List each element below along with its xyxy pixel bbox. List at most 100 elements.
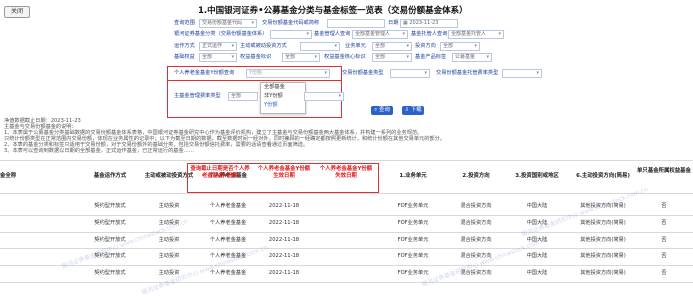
table-cell: 其他投资方向(简易)	[580, 236, 626, 243]
column-header: 个人养老金基金Y份额失效日期	[319, 166, 373, 179]
chevron-down-icon: ▾	[324, 70, 327, 76]
table-cell: FOF业务单元	[397, 253, 429, 260]
table-cell: 否	[661, 219, 667, 226]
chevron-down-icon: ▾	[231, 43, 234, 49]
table-cell: 2022-11-18	[268, 253, 300, 260]
row-divider	[0, 214, 693, 216]
row-divider	[0, 265, 693, 267]
table-cell: 契约型开放式	[94, 203, 126, 209]
column-header: 3.投资国别或地区	[515, 173, 559, 179]
table-cell: 2022-11-18	[268, 203, 300, 209]
table-cell: 2022-11-18	[268, 270, 300, 277]
main-mgmt-fee-extra[interactable]: ▾	[304, 92, 344, 101]
query-button[interactable]: ⌕ 查询	[371, 106, 393, 115]
chevron-down-icon: ▾	[338, 93, 341, 99]
share-type-dropdown[interactable]: 全部基金 非Y份额 Y份额	[260, 82, 306, 114]
chevron-down-icon: ▾	[406, 43, 409, 49]
download-button[interactable]: ⇩ 下载	[402, 106, 424, 115]
table-cell: 主动投资	[158, 253, 180, 260]
table-cell: 否	[661, 270, 667, 277]
chevron-down-icon: ▾	[498, 31, 501, 37]
column-header: 6.主动投资方向(简易)	[576, 173, 630, 179]
pension-cat-select[interactable]: ▾	[390, 69, 430, 78]
table-cell: 契约型开放式	[94, 219, 126, 226]
alt-scope-input[interactable]	[327, 19, 385, 28]
close-button[interactable]: 关闭	[4, 6, 30, 18]
table-cell: 个人养老金基金	[209, 219, 247, 226]
pension-sub-select[interactable]: ▾	[502, 69, 542, 78]
equity-core-tag-label: 权益基金核心标识	[324, 54, 366, 60]
table-cell: 契约型开放式	[94, 270, 126, 277]
custodian-query-select[interactable]: 全部基金托管人 ▾	[448, 30, 504, 39]
table-cell: FOF业务单元	[397, 236, 429, 243]
table-cell: 其他投资方向(简易)	[580, 270, 626, 277]
product-label-label: 基金产品标签	[415, 54, 447, 60]
galaxy-category-select[interactable]: ▾	[270, 30, 312, 39]
pension-cat-label: 交易份额基金类型	[342, 70, 384, 76]
column-header: 单只基金所属权益基金	[637, 168, 691, 174]
table-top-divider	[0, 160, 693, 161]
table-cell: 混合投资方向	[460, 219, 492, 226]
table-cell: 混合投资方向	[460, 203, 492, 209]
table-cell: 否	[661, 253, 667, 260]
table-cell: 其他投资方向(简易)	[580, 253, 626, 260]
column-header: 基金运作方式	[93, 173, 127, 179]
query-scope-label: 查询范围	[174, 20, 195, 26]
active-passive-select[interactable]: ▾	[300, 42, 340, 51]
chevron-down-icon: ▾	[536, 70, 539, 76]
equity-tag-select[interactable]: 全部 ▾	[282, 53, 320, 62]
chevron-down-icon: ▾	[474, 43, 477, 49]
chevron-down-icon: ▾	[251, 20, 254, 26]
column-header: 2.投资方向	[462, 173, 490, 179]
main-mgmt-fee-label: 主基金管理费率类型	[174, 93, 221, 99]
column-header: 金全称	[0, 173, 17, 179]
invest-direction-select[interactable]: 全部 ▾	[440, 42, 480, 51]
operation-mode-label: 运作方式	[174, 43, 195, 49]
dropdown-option[interactable]: 非Y份额	[261, 92, 305, 101]
dropdown-option[interactable]: Y份额	[261, 101, 305, 110]
table-cell: 中国大陆	[526, 270, 548, 277]
chevron-down-icon: ▾	[334, 43, 337, 49]
main-mgmt-fee-select[interactable]: 全部	[228, 92, 258, 101]
date-input[interactable]: ▦ 2023-11-23	[400, 19, 458, 28]
manager-query-label: 基金管理人查询	[314, 31, 351, 37]
column-header: 个人养老金基金Y份额生效日期	[257, 166, 311, 179]
table-cell: FOF业务单元	[397, 203, 429, 209]
business-unit-select[interactable]: 全部 ▾	[372, 42, 412, 51]
chevron-down-icon: ▾	[402, 31, 405, 37]
column-header: 1.业务单元	[399, 173, 427, 179]
equity-core-tag-select[interactable]: 全部 ▾	[372, 53, 412, 62]
table-cell: 个人养老金基金	[209, 236, 247, 243]
chevron-down-icon: ▾	[314, 54, 317, 60]
chevron-down-icon: ▾	[231, 54, 234, 60]
custodian-query-label: 基金托管人查询	[411, 31, 448, 37]
fof-tag-select[interactable]: 全部 ▾	[199, 53, 237, 62]
column-header: 查询截止日期是否个人养老金基金Y份额	[190, 166, 250, 179]
table-cell: 个人养老金基金	[209, 203, 247, 209]
equity-tag-label: 权益基金标识	[240, 54, 272, 60]
pension-y-select[interactable]: Y份额 ▾	[246, 69, 330, 78]
alt-scope-label: 交易份额基金代码或简称	[262, 20, 320, 26]
manager-query-select[interactable]: 全部基金管理人 ▾	[352, 30, 408, 39]
table-cell: FOF业务单元	[397, 219, 429, 226]
chevron-down-icon: ▾	[406, 54, 409, 60]
chevron-down-icon: ▾	[424, 70, 427, 76]
date-label: 日期	[388, 20, 399, 26]
operation-mode-select[interactable]: 正式运作 ▾	[199, 42, 237, 51]
table-cell: 混合投资方向	[460, 236, 492, 243]
chevron-down-icon: ▾	[486, 54, 489, 60]
table-cell: 中国大陆	[526, 203, 548, 209]
table-cell: 主动投资	[158, 203, 180, 209]
pension-y-label: 个人养老金基金Y份额查询	[174, 70, 235, 76]
dropdown-option[interactable]: 全部基金	[261, 83, 305, 92]
chevron-down-icon: ▾	[306, 31, 309, 37]
header-divider	[0, 193, 693, 194]
table-cell: 否	[661, 203, 667, 209]
table-cell: 否	[661, 236, 667, 243]
page-title: 1.中国银河证券•公募基金分类与基金标签一览表（交易份额基金体系）	[198, 6, 468, 16]
query-scope-select[interactable]: 交易份额基金代码 ▾	[199, 19, 257, 28]
row-divider	[0, 282, 693, 283]
fof-tag-label: 基础权益	[174, 54, 195, 60]
product-label-select[interactable]: 公募基金 ▾	[452, 53, 492, 62]
table-cell: 2022-11-18	[268, 219, 300, 226]
